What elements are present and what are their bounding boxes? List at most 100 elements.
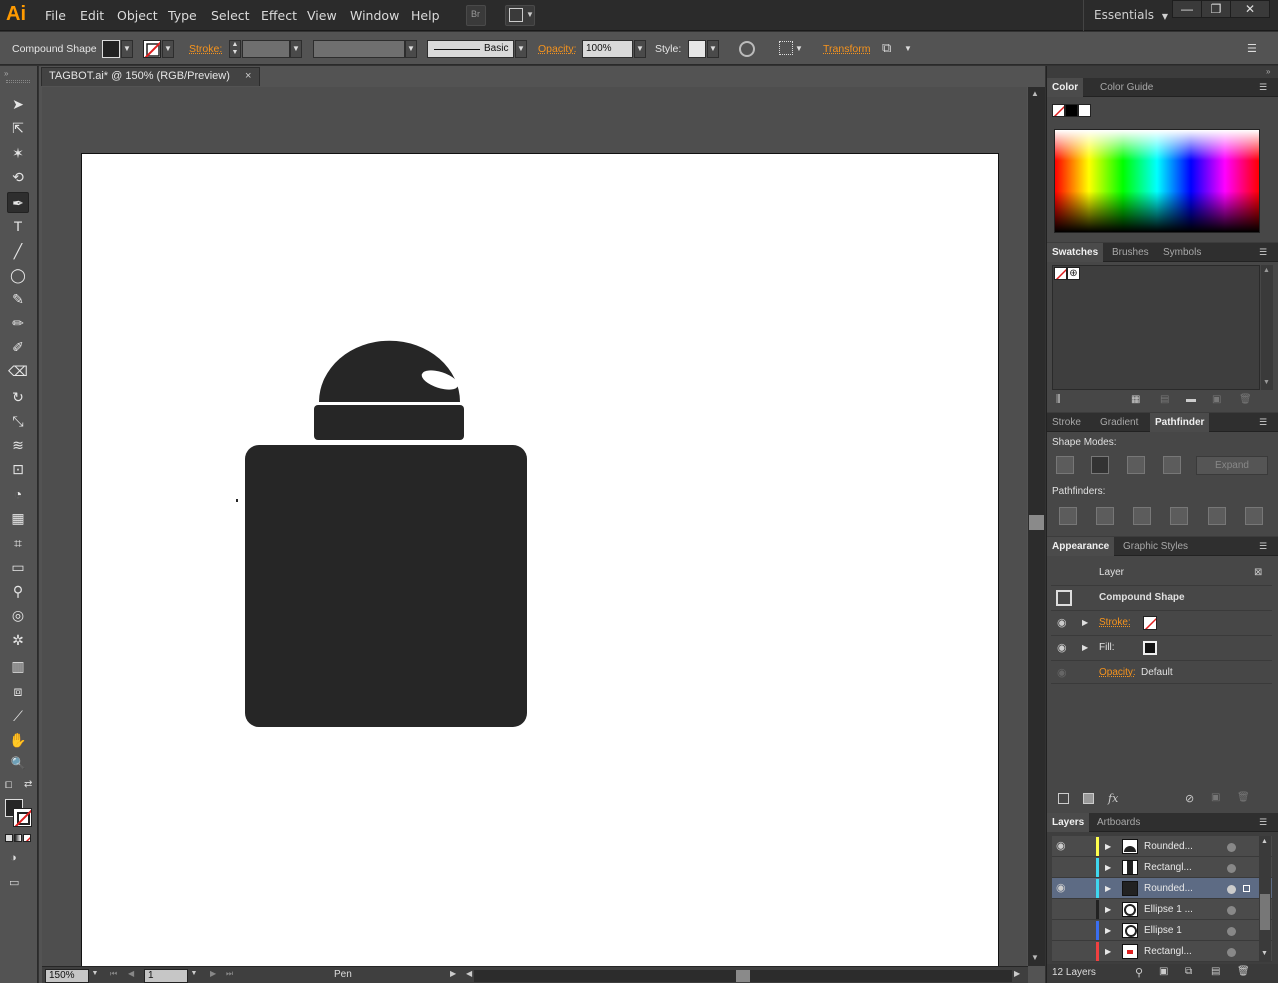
duplicate-item-icon[interactable]: ▣ <box>1211 792 1220 803</box>
bridge-button[interactable]: Br <box>466 5 486 26</box>
color-mode-button[interactable] <box>5 834 13 842</box>
lasso-tool[interactable]: ⟲ <box>7 167 29 188</box>
swatch-libraries-icon[interactable]: ⫼ <box>1056 394 1061 405</box>
layer-row-selected[interactable]: ◉ ▶ Rounded... <box>1052 878 1272 899</box>
paintbrush-tool[interactable]: ✎ <box>7 289 29 310</box>
panel-menu-icon[interactable]: ☰ <box>1259 541 1273 551</box>
layer-target-icon[interactable]: ⊠ <box>1254 561 1262 585</box>
artboard-dropdown-icon[interactable]: ▼ <box>188 970 200 983</box>
add-effect-icon[interactable]: fx <box>1108 792 1118 805</box>
registration-swatch[interactable]: ⊕ <box>1067 267 1080 280</box>
stroke-swatch[interactable] <box>143 40 161 58</box>
tab-color[interactable]: Color <box>1047 78 1084 97</box>
scroll-up-icon[interactable]: ▲ <box>1031 89 1039 98</box>
minus-back-button[interactable] <box>1245 507 1263 525</box>
zoom-dropdown-icon[interactable]: ▼ <box>89 970 101 983</box>
blob-brush-tool[interactable]: ✐ <box>7 337 29 358</box>
restore-button[interactable]: ❐ <box>1201 0 1231 18</box>
last-artboard-icon[interactable]: ⏭ <box>226 969 233 979</box>
new-color-group-icon[interactable]: ▬ <box>1186 394 1196 405</box>
document-tab[interactable]: TAGBOT.ai* @ 150% (RGB/Preview) × <box>41 67 260 86</box>
robot-head-band[interactable] <box>314 405 464 440</box>
direct-selection-tool[interactable]: ⇱ <box>7 118 29 139</box>
horizontal-scroll-thumb[interactable] <box>736 970 750 982</box>
expand-triangle-icon[interactable]: ▶ <box>1105 899 1111 920</box>
none-swatch[interactable] <box>1054 267 1067 280</box>
expand-triangle-icon[interactable]: ▶ <box>1082 611 1088 635</box>
vertical-scrollbar[interactable]: ▲ ▼ <box>1028 87 1045 966</box>
expand-triangle-icon[interactable]: ▶ <box>1105 920 1111 941</box>
layer-row[interactable]: ▶ Rectangl... <box>1052 941 1272 962</box>
expand-triangle-icon[interactable]: ▶ <box>1105 941 1111 962</box>
tab-brushes[interactable]: Brushes <box>1107 243 1154 262</box>
expand-button[interactable]: Expand <box>1196 456 1268 475</box>
drawing-mode-icon[interactable]: ◑ <box>10 852 17 864</box>
tab-appearance[interactable]: Appearance <box>1047 537 1115 556</box>
stroke-label[interactable]: Stroke: <box>189 43 222 55</box>
eyedropper-tool[interactable]: ⚲ <box>7 581 29 602</box>
collapse-toolbox-icon[interactable]: » <box>4 69 8 78</box>
make-clipping-mask-icon[interactable]: ▣ <box>1159 966 1168 977</box>
opacity-dropdown[interactable]: ▼ <box>634 40 646 58</box>
swatches-scrollbar[interactable]: ▲ ▼ <box>1261 265 1273 390</box>
robot-head-dome[interactable] <box>319 340 460 402</box>
fill-dropdown[interactable]: ▼ <box>121 40 133 58</box>
delete-swatch-icon[interactable]: 🗑 <box>1239 394 1252 405</box>
menu-select[interactable]: Select <box>211 8 250 23</box>
none-mode-button[interactable] <box>23 834 31 842</box>
next-artboard-icon[interactable]: ▶ <box>210 969 216 978</box>
minus-front-button[interactable] <box>1091 456 1109 474</box>
panel-menu-icon[interactable]: ☰ <box>1259 247 1273 257</box>
tab-layers[interactable]: Layers <box>1047 813 1090 832</box>
layer-name[interactable]: Rounded... <box>1144 878 1193 899</box>
add-fill-icon[interactable] <box>1083 793 1094 804</box>
magic-wand-tool[interactable]: ✶ <box>7 143 29 164</box>
appearance-fill-row[interactable]: ◉ ▶ Fill: <box>1051 635 1272 659</box>
new-layer-icon[interactable]: ▤ <box>1211 966 1220 977</box>
scroll-left-icon[interactable]: ◀ <box>466 969 472 978</box>
layers-scroll-thumb[interactable] <box>1260 894 1270 930</box>
layer-row[interactable]: ◉ ▶ Rounded... <box>1052 836 1272 857</box>
slice-tool[interactable]: ⟋ <box>7 706 29 727</box>
layer-name[interactable]: Rectangl... <box>1144 941 1192 962</box>
new-sublayer-icon[interactable]: ⧉ <box>1185 966 1192 977</box>
toolbox-grip[interactable] <box>6 80 30 83</box>
scroll-up-icon[interactable]: ▲ <box>1261 838 1268 845</box>
divide-button[interactable] <box>1059 507 1077 525</box>
layer-target-icon[interactable] <box>1227 948 1236 957</box>
white-swatch[interactable] <box>1078 104 1091 117</box>
recolor-artwork-icon[interactable] <box>739 41 755 57</box>
scroll-up-icon[interactable]: ▲ <box>1263 267 1270 274</box>
menu-type[interactable]: Type <box>168 8 197 23</box>
graphic-style-swatch[interactable] <box>688 40 706 58</box>
eye-icon[interactable]: ◉ <box>1056 878 1066 899</box>
layer-name[interactable]: Rounded... <box>1144 836 1193 857</box>
panel-menu-icon[interactable]: ☰ <box>1259 82 1273 92</box>
zoom-level-field[interactable]: 150% <box>45 969 89 983</box>
chevron-down-icon[interactable]: ▼ <box>904 44 912 53</box>
panel-menu-icon[interactable]: ☰ <box>1259 417 1273 427</box>
variable-width-dropdown[interactable]: ▼ <box>405 40 417 58</box>
eye-icon[interactable]: ◉ <box>1057 611 1067 635</box>
robot-body[interactable] <box>245 445 527 727</box>
close-window-button[interactable]: ✕ <box>1230 0 1270 18</box>
layer-row[interactable]: ▶ Ellipse 1 ... <box>1052 899 1272 920</box>
pen-tool[interactable]: ✒ <box>7 192 29 213</box>
zoom-tool[interactable]: 🔍 <box>7 753 29 774</box>
delete-item-icon[interactable]: 🗑 <box>1237 792 1250 803</box>
artboard-number-field[interactable]: 1 <box>144 969 188 983</box>
fill-swatch[interactable] <box>102 40 120 58</box>
none-color-swatch[interactable] <box>1052 104 1065 117</box>
menu-file[interactable]: File <box>45 8 66 23</box>
scroll-down-icon[interactable]: ▼ <box>1031 953 1039 962</box>
show-swatch-kinds-icon[interactable]: ▦ <box>1131 394 1140 405</box>
artboard-tool[interactable]: ⧈ <box>7 681 29 702</box>
tab-artboards[interactable]: Artboards <box>1092 813 1145 832</box>
layer-name[interactable]: Ellipse 1 ... <box>1144 899 1193 920</box>
appearance-object-row[interactable]: Compound Shape <box>1051 585 1272 609</box>
artwork-compound-shape[interactable] <box>230 340 540 735</box>
scroll-down-icon[interactable]: ▼ <box>1263 379 1270 386</box>
swap-colors-icon[interactable]: ⇄ <box>24 779 32 790</box>
layer-target-icon[interactable] <box>1227 927 1236 936</box>
exclude-button[interactable] <box>1163 456 1181 474</box>
